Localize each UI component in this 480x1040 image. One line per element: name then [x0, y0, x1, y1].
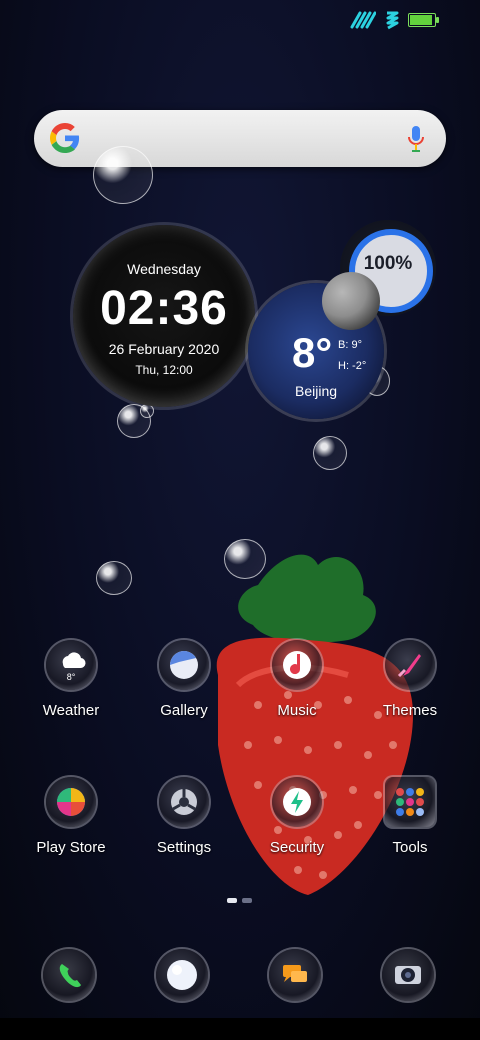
app-weather[interactable]: 8° Weather: [21, 640, 121, 719]
microphone-icon[interactable]: [406, 124, 426, 154]
weather-app-temp: 8°: [66, 672, 76, 682]
dock-chat[interactable]: [245, 949, 345, 1001]
bubble-decoration: [96, 561, 132, 595]
battery-icon: [408, 13, 439, 27]
bubble-decoration: [313, 436, 347, 470]
music-icon: [272, 640, 322, 690]
dock-phone[interactable]: [19, 949, 119, 1001]
clock-date: 26 February 2020: [108, 341, 220, 357]
app-label: Security: [269, 839, 325, 856]
weather-temp: 8°: [292, 329, 333, 376]
gallery-icon: [159, 640, 209, 690]
weather-city: Beijing: [294, 383, 338, 399]
security-icon: [272, 777, 322, 827]
moon-icon: [322, 272, 380, 330]
network-icon: [386, 11, 399, 30]
dock-camera[interactable]: [358, 949, 458, 1001]
page-dot-2[interactable]: [242, 898, 252, 903]
clock-widget[interactable]: Wednesday 02:36 26 February 2020 Thu, 12…: [73, 225, 255, 407]
tools-icon: [385, 777, 435, 827]
app-music[interactable]: Music: [247, 640, 347, 719]
app-label: Music: [277, 702, 317, 719]
clock-alarm: Thu, 12:00: [135, 363, 193, 377]
app-gallery[interactable]: Gallery: [134, 640, 234, 719]
weather-icon: 8°: [46, 640, 96, 690]
app-play-store[interactable]: Play Store: [21, 777, 121, 856]
weather-high: B: 9°: [338, 339, 362, 351]
camera-icon: [382, 949, 434, 1001]
app-tools[interactable]: Tools: [360, 777, 460, 856]
settings-icon: [159, 777, 209, 827]
weather-low: H: -2°: [338, 360, 367, 372]
play-store-icon: [46, 777, 96, 827]
bubble-decoration: [93, 146, 153, 204]
google-search-bar[interactable]: [34, 110, 446, 167]
messages-bubble-icon: [156, 949, 208, 1001]
app-label: Tools: [392, 839, 428, 856]
app-label: Settings: [156, 839, 212, 856]
navigation-bar: [0, 1018, 480, 1040]
clock-day: Wednesday: [127, 261, 201, 277]
clock-time: 02:36: [100, 282, 228, 335]
chat-icon: [269, 949, 321, 1001]
app-settings[interactable]: Settings: [134, 777, 234, 856]
signal-icon: [350, 11, 376, 29]
app-themes[interactable]: Themes: [360, 640, 460, 719]
phone-icon: [43, 949, 95, 1001]
status-bar: [350, 10, 439, 30]
app-label: Weather: [42, 702, 100, 719]
app-label: Gallery: [160, 702, 208, 719]
app-security[interactable]: Security: [247, 777, 347, 856]
dock-messages[interactable]: [132, 949, 232, 1001]
app-label: Play Store: [36, 839, 106, 856]
page-indicator[interactable]: [227, 898, 252, 903]
google-icon: [50, 123, 80, 153]
page-dot-1[interactable]: [227, 898, 237, 903]
app-label: Themes: [382, 702, 438, 719]
themes-icon: [385, 640, 435, 690]
